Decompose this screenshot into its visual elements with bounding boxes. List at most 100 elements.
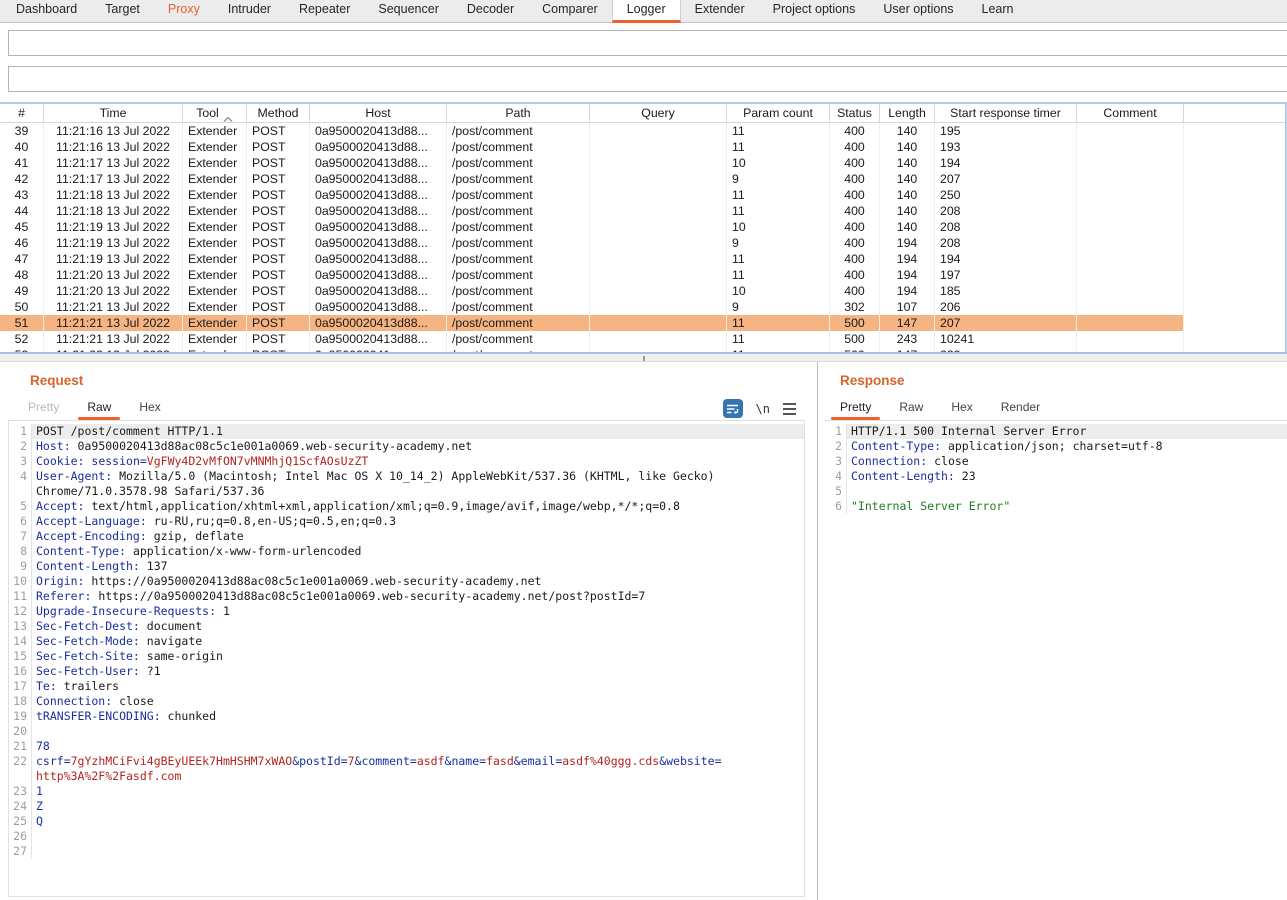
table-row[interactable]: 4911:21:20 13 Jul 2022ExtenderPOST0a9500…: [0, 283, 1285, 299]
cell--: 52: [0, 331, 44, 347]
cell-path: /post/comment: [447, 171, 590, 187]
table-row[interactable]: 4611:21:19 13 Jul 2022ExtenderPOST0a9500…: [0, 235, 1285, 251]
tab-intruder[interactable]: Intruder: [214, 0, 285, 23]
cell-start-response-timer: 208: [935, 203, 1077, 219]
cell-time: 11:21:20 13 Jul 2022: [44, 267, 183, 283]
response-tab-render[interactable]: Render: [987, 396, 1054, 420]
tab-target[interactable]: Target: [91, 0, 154, 23]
table-row[interactable]: 5011:21:21 13 Jul 2022ExtenderPOST0a9500…: [0, 299, 1285, 315]
line-content: Referer: https://0a9500020413d88ac08c5c1…: [32, 589, 804, 604]
table-row[interactable]: 4811:21:20 13 Jul 2022ExtenderPOST0a9500…: [0, 267, 1285, 283]
line-number: 24: [9, 799, 32, 814]
table-row[interactable]: 4411:21:18 13 Jul 2022ExtenderPOST0a9500…: [0, 203, 1285, 219]
response-line: 5: [824, 484, 1287, 499]
table-row[interactable]: 4711:21:19 13 Jul 2022ExtenderPOST0a9500…: [0, 251, 1285, 267]
request-line: 8Content-Type: application/x-www-form-ur…: [9, 544, 804, 559]
panel-divider[interactable]: [817, 362, 818, 900]
line-number: 27: [9, 844, 32, 859]
column-header-host[interactable]: Host: [310, 104, 447, 122]
cell-time: 11:21:21 13 Jul 2022: [44, 299, 183, 315]
cell-start-response-timer: 208: [935, 219, 1077, 235]
tab-logger[interactable]: Logger: [612, 0, 681, 23]
request-tab-hex[interactable]: Hex: [125, 396, 174, 420]
view-filter-bar[interactable]: View filter: Showing all items: [8, 66, 1287, 92]
cell-comment: [1077, 123, 1184, 139]
newline-icon[interactable]: \n: [756, 402, 770, 416]
table-row[interactable]: 4011:21:16 13 Jul 2022ExtenderPOST0a9500…: [0, 139, 1285, 155]
line-content: Z: [32, 799, 804, 814]
cell-query: [590, 139, 727, 155]
request-panel: Request PrettyRawHex \n 1POST /post/comm…: [0, 362, 818, 900]
tab-user-options[interactable]: User options: [869, 0, 967, 23]
line-number: 12: [9, 604, 32, 619]
cell-tool: Extender: [183, 203, 247, 219]
cell-host: 0a9500020413d88...: [310, 251, 447, 267]
table-row[interactable]: 4511:21:19 13 Jul 2022ExtenderPOST0a9500…: [0, 219, 1285, 235]
cell-comment: [1077, 283, 1184, 299]
request-editor[interactable]: 1POST /post/comment HTTP/1.12Host: 0a950…: [8, 420, 805, 897]
column-header-comment[interactable]: Comment: [1077, 104, 1184, 122]
tab-decoder[interactable]: Decoder: [453, 0, 528, 23]
response-title: Response: [840, 373, 905, 388]
column-header-param-count[interactable]: Param count: [727, 104, 830, 122]
response-editor[interactable]: 1HTTP/1.1 500 Internal Server Error2Cont…: [824, 420, 1287, 897]
cell-time: 11:21:20 13 Jul 2022: [44, 283, 183, 299]
table-row[interactable]: 4111:21:17 13 Jul 2022ExtenderPOST0a9500…: [0, 155, 1285, 171]
tab-extender[interactable]: Extender: [681, 0, 759, 23]
tab-dashboard[interactable]: Dashboard: [2, 0, 91, 23]
cell-length: 194: [880, 267, 935, 283]
tab-learn[interactable]: Learn: [968, 0, 1028, 23]
line-content: Content-Length: 137: [32, 559, 804, 574]
column-header--[interactable]: #: [0, 104, 44, 122]
request-line: 6Accept-Language: ru-RU,ru;q=0.8,en-US;q…: [9, 514, 804, 529]
tab-comparer[interactable]: Comparer: [528, 0, 612, 23]
cell-path: /post/comment: [447, 235, 590, 251]
request-tab-pretty[interactable]: Pretty: [14, 396, 73, 420]
tab-repeater[interactable]: Repeater: [285, 0, 364, 23]
response-tab-raw[interactable]: Raw: [885, 396, 937, 420]
line-number: 2: [824, 439, 847, 454]
response-editor-tabs: PrettyRawHexRender: [826, 396, 1054, 420]
cell--: 51: [0, 315, 44, 331]
request-line: 25Q: [9, 814, 804, 829]
log-table-body: 3911:21:16 13 Jul 2022ExtenderPOST0a9500…: [0, 123, 1285, 352]
table-row[interactable]: 4211:21:17 13 Jul 2022ExtenderPOST0a9500…: [0, 171, 1285, 187]
table-row[interactable]: 3911:21:16 13 Jul 2022ExtenderPOST0a9500…: [0, 123, 1285, 139]
line-number: 1: [9, 424, 32, 439]
editor-menu-icon[interactable]: [783, 403, 796, 415]
tab-proxy[interactable]: Proxy: [154, 0, 214, 23]
column-header-time[interactable]: Time: [44, 104, 183, 122]
cell-query: [590, 283, 727, 299]
table-row[interactable]: 5211:21:21 13 Jul 2022ExtenderPOST0a9500…: [0, 331, 1285, 347]
cell-filler: [1184, 283, 1285, 299]
request-line: 4User-Agent: Mozilla/5.0 (Macintosh; Int…: [9, 469, 804, 499]
request-tab-raw[interactable]: Raw: [73, 396, 125, 420]
column-header-method[interactable]: Method: [247, 104, 310, 122]
request-line: 19tRANSFER-ENCODING: chunked: [9, 709, 804, 724]
response-tab-pretty[interactable]: Pretty: [826, 396, 885, 420]
cell--: 45: [0, 219, 44, 235]
horizontal-splitter[interactable]: [0, 352, 1287, 362]
request-line: 1POST /post/comment HTTP/1.1: [9, 424, 804, 439]
tab-sequencer[interactable]: Sequencer: [364, 0, 452, 23]
request-line: 20: [9, 724, 804, 739]
cell--: 46: [0, 235, 44, 251]
cell-param-count: 11: [727, 139, 830, 155]
column-header-path[interactable]: Path: [447, 104, 590, 122]
word-wrap-icon[interactable]: [723, 399, 743, 418]
column-header-start-response-timer[interactable]: Start response timer: [935, 104, 1077, 122]
column-header-tool[interactable]: Tool: [183, 104, 247, 122]
column-header-status[interactable]: Status: [830, 104, 880, 122]
cell-time: 11:21:16 13 Jul 2022: [44, 139, 183, 155]
tab-project-options[interactable]: Project options: [759, 0, 870, 23]
table-row[interactable]: 4311:21:18 13 Jul 2022ExtenderPOST0a9500…: [0, 187, 1285, 203]
cell--: 43: [0, 187, 44, 203]
column-header-length[interactable]: Length: [880, 104, 935, 122]
response-tab-hex[interactable]: Hex: [937, 396, 986, 420]
capture-filter-bar[interactable]: Capture filter: Logger memory limit set …: [8, 30, 1287, 56]
column-header-query[interactable]: Query: [590, 104, 727, 122]
cell-host: 0a9500020413d88...: [310, 267, 447, 283]
cell-host: 0a9500020413d88...: [310, 315, 447, 331]
line-number: 23: [9, 784, 32, 799]
table-row[interactable]: 5111:21:21 13 Jul 2022ExtenderPOST0a9500…: [0, 315, 1285, 331]
